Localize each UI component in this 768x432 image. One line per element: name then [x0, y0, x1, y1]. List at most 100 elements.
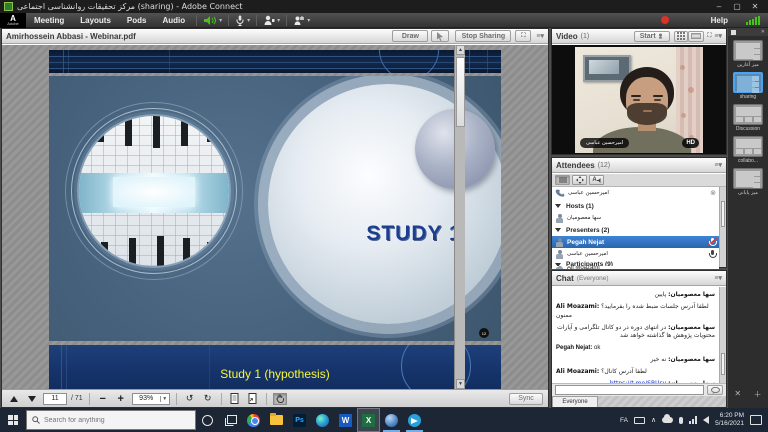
scrollbar-thumb[interactable]	[456, 57, 465, 127]
action-center-icon[interactable]	[750, 415, 762, 425]
layout-item-sharing[interactable]: sharing	[732, 72, 764, 100]
minimize-button[interactable]: –	[710, 2, 728, 11]
start-button[interactable]	[0, 408, 26, 432]
send-message-button[interactable]	[707, 385, 723, 395]
connection-signal-icon[interactable]	[746, 16, 760, 25]
draw-button[interactable]: Draw	[392, 30, 428, 42]
mic-muted-icon[interactable]	[708, 238, 716, 247]
zoom-level-select[interactable]: 93% ▼	[132, 393, 170, 405]
onedrive-cloud-icon[interactable]	[662, 417, 673, 423]
file-explorer-button[interactable]	[265, 408, 288, 432]
layout-thumbnail[interactable]	[733, 136, 763, 157]
scrollbar-thumb[interactable]	[721, 201, 725, 227]
layout-thumbnail[interactable]	[733, 168, 763, 189]
layout-thumbnail[interactable]	[733, 40, 763, 61]
start-webcam-button[interactable]: Start	[634, 31, 670, 42]
attendees-scrollbar[interactable]	[719, 187, 726, 267]
rotate-left-button[interactable]: ↺	[183, 393, 197, 405]
layouts-panel-icon[interactable]	[731, 30, 736, 35]
chat-scrollbar[interactable]	[719, 287, 726, 383]
chevron-down-icon[interactable]: ▾	[247, 17, 250, 24]
menu-audio[interactable]: Audio	[154, 16, 193, 25]
excel-button-active[interactable]: X	[357, 408, 380, 432]
webcam-toggle-button[interactable]: ▾	[260, 13, 283, 28]
volume-icon[interactable]	[703, 416, 709, 424]
chat-tab-everyone[interactable]: Everyone	[552, 396, 598, 407]
layouts-close-icon[interactable]: ✕	[761, 29, 765, 35]
language-indicator[interactable]: FA	[620, 417, 628, 424]
grid-view-icon[interactable]	[674, 31, 688, 42]
menu-pods[interactable]: Pods	[119, 16, 155, 25]
search-input[interactable]	[44, 417, 174, 424]
add-layout-icon[interactable]: ＋	[754, 389, 762, 400]
stop-sharing-button[interactable]: Stop Sharing	[455, 30, 511, 42]
network-signal-icon[interactable]	[689, 416, 697, 424]
scrollbar-thumb[interactable]	[721, 353, 725, 375]
layout-item-opening[interactable]: میز آغازین	[732, 40, 764, 68]
attendees-pod-menu-icon[interactable]: ≡▾	[714, 161, 722, 169]
presenter-row-selected[interactable]: Pegah Nejat	[552, 236, 719, 248]
hosts-section-header[interactable]: Hosts (1)	[552, 200, 719, 212]
chevron-down-icon[interactable]: ▾	[307, 17, 310, 24]
cortana-button[interactable]	[196, 408, 219, 432]
tray-expand-icon[interactable]: ∧	[651, 416, 656, 424]
chat-pod-menu-icon[interactable]: ≡▾	[714, 274, 722, 282]
chrome-taskbar-button[interactable]	[242, 408, 265, 432]
sync-button[interactable]: Sync	[509, 393, 543, 405]
rotate-right-button[interactable]: ↻	[201, 393, 215, 405]
dismiss-icon[interactable]: ⊗	[710, 189, 716, 197]
maximize-button[interactable]: ▢	[728, 2, 746, 11]
page-number-input[interactable]	[43, 393, 67, 405]
host-row[interactable]: سها معصومیان	[552, 212, 719, 224]
pan-tool-button[interactable]	[273, 393, 287, 405]
telegram-button[interactable]	[403, 408, 426, 432]
zoom-out-button[interactable]: −	[96, 393, 110, 405]
breakout-view-button[interactable]	[572, 175, 587, 185]
attendee-list-view-button[interactable]	[555, 175, 570, 185]
chat-input[interactable]	[555, 385, 704, 395]
fit-page-button[interactable]	[246, 393, 260, 405]
menu-layouts[interactable]: Layouts	[72, 16, 119, 25]
share-pod-menu-icon[interactable]: ≡▾	[536, 32, 544, 40]
layout-thumbnail[interactable]	[733, 104, 763, 125]
microphone-toggle-button[interactable]: ▾	[232, 13, 253, 28]
page-down-button[interactable]	[25, 393, 39, 405]
help-menu[interactable]: Help	[711, 16, 728, 25]
pointer-button[interactable]	[431, 30, 449, 42]
chevron-down-icon[interactable]: ▾	[219, 17, 222, 24]
delete-layout-icon[interactable]: ✕	[734, 389, 741, 400]
scroll-up-arrow[interactable]: ▲	[456, 45, 465, 55]
tray-microphone-icon[interactable]	[679, 417, 683, 424]
video-pod-menu-icon[interactable]: ≡▾	[714, 32, 722, 40]
maximize-pod-icon[interactable]: ⛶	[707, 33, 711, 40]
taskbar-search[interactable]	[26, 410, 196, 430]
speaker-toggle-button[interactable]: ▾	[200, 13, 225, 28]
menu-meeting[interactable]: Meeting	[26, 16, 72, 25]
keyboard-icon[interactable]	[634, 417, 645, 424]
layout-item-closing[interactable]: میز پایانی	[732, 168, 764, 196]
taskbar-clock[interactable]: 6:20 PM 5/16/2021	[715, 412, 744, 428]
layout-item-discussion[interactable]: Discussion	[732, 104, 764, 132]
chevron-down-icon[interactable]: ▾	[277, 17, 280, 24]
app-sphere-button[interactable]	[380, 408, 403, 432]
presenters-section-header[interactable]: Presenters (2)	[552, 224, 719, 236]
page-up-button[interactable]	[7, 393, 21, 405]
status-hand-button[interactable]: ▾	[290, 13, 313, 28]
edge-button[interactable]	[311, 408, 334, 432]
attendee-status-view-button[interactable]: A	[589, 175, 604, 185]
photoshop-button[interactable]: Ps	[288, 408, 311, 432]
participant-row[interactable]: Ali Moazami	[552, 266, 719, 269]
scroll-down-arrow[interactable]: ▼	[456, 379, 465, 389]
layout-item-collaboration[interactable]: collabo...	[732, 136, 764, 164]
task-view-button[interactable]	[219, 408, 242, 432]
close-button[interactable]: ✕	[746, 2, 764, 11]
fullscreen-icon[interactable]: ⛶	[515, 30, 531, 42]
word-button[interactable]: W	[334, 408, 357, 432]
fit-width-button[interactable]	[228, 393, 242, 405]
document-scrollbar[interactable]: ▲ ▼	[454, 45, 465, 389]
presenter-row[interactable]: امیرحسین عباسی	[552, 248, 719, 260]
mic-active-icon[interactable]	[708, 250, 716, 259]
filmstrip-view-icon[interactable]	[688, 31, 704, 42]
layout-thumbnail-selected[interactable]	[733, 72, 763, 93]
zoom-in-button[interactable]: +	[114, 393, 128, 405]
